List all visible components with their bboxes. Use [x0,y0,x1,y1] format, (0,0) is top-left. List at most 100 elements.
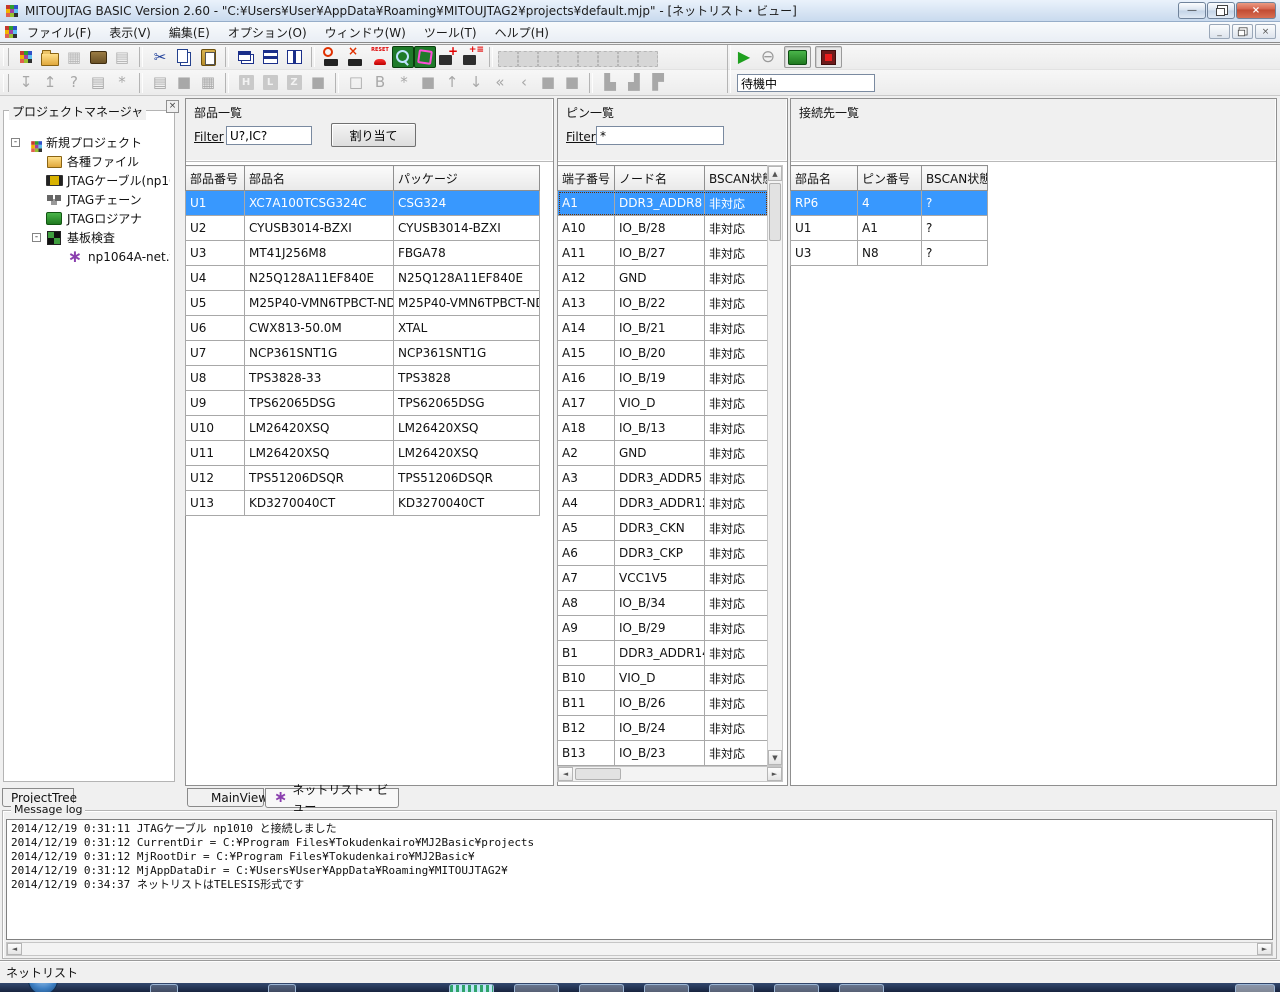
mdi-minimize-button[interactable]: _ [1209,24,1230,39]
column-header[interactable]: 部品番号 [186,166,245,191]
taskbar-button[interactable] [449,984,494,992]
tile-horizontal-icon[interactable] [258,45,282,69]
table-row[interactable]: A13IO_B/22非対応 [558,291,768,316]
windows-taskbar[interactable] [0,983,1280,992]
table-row[interactable]: A7VCC1V5非対応 [558,566,768,591]
start-orb-icon[interactable] [28,983,58,992]
table-row[interactable]: U7NCP361SNT1GNCP361SNT1G [186,341,540,366]
taskbar-button[interactable] [709,984,754,992]
table-row[interactable]: A1DDR3_ADDR8非対応 [558,191,768,216]
table-row[interactable]: B13IO_B/23非対応 [558,741,768,766]
mdi-close-button[interactable]: × [1255,24,1276,39]
run-button[interactable]: ▶ [732,45,756,69]
taskbar-button[interactable] [579,984,624,992]
scroll-right-icon[interactable]: ► [767,767,782,781]
message-log-area[interactable]: 2014/12/19 0:31:11 JTAGケーブル np1010 と接続しま… [6,819,1273,940]
table-row[interactable]: A12GND非対応 [558,266,768,291]
column-header[interactable]: 部品名 [245,166,394,191]
tree-item-jtag-chain[interactable]: JTAGチェーン [9,190,170,209]
scroll-up-icon[interactable]: ▲ [768,166,782,181]
tab-mainview[interactable]: MainView [187,788,264,807]
column-header[interactable]: 部品名 [791,166,858,191]
menu-item[interactable]: ファイル(F) [18,22,100,43]
taskbar-button[interactable] [514,984,559,992]
device-slot-icon[interactable] [578,51,598,67]
table-row[interactable]: U4N25Q128A11EF840EN25Q128A11EF840E [186,266,540,291]
table-row[interactable]: U12TPS51206DSQRTPS51206DSQR [186,466,540,491]
cascade-windows-icon[interactable] [234,45,258,69]
pins-filter-input[interactable] [596,126,724,145]
print-icon[interactable]: ▤ [110,45,134,69]
column-header[interactable]: ノード名 [615,166,705,191]
cable-connect-icon[interactable] [320,45,344,69]
new-project-icon[interactable] [14,45,38,69]
tab-netlist-view[interactable]: ネットリスト・ビュー [265,788,399,808]
table-row[interactable]: A5DDR3_CKN非対応 [558,516,768,541]
tree-item-new-project[interactable]: -新規プロジェクト [9,133,170,152]
table-row[interactable]: U10LM26420XSQLM26420XSQ [186,416,540,441]
table-row[interactable]: U3MT41J256M8FBGA78 [186,241,540,266]
tree-item-various-files[interactable]: 各種ファイル [9,152,170,171]
taskbar-button[interactable] [774,984,819,992]
taskbar-tray[interactable] [1235,984,1275,992]
toolbar-grip[interactable] [3,74,9,92]
project-archive-icon[interactable] [86,45,110,69]
taskbar-button[interactable] [150,984,178,992]
parts-filter-input[interactable] [226,126,312,145]
boundary-scan-icon[interactable] [414,46,436,68]
add-device-icon[interactable] [436,45,460,69]
table-row[interactable]: A9IO_B/29非対応 [558,616,768,641]
stop-button[interactable]: ⊖ [756,45,780,69]
table-row[interactable]: U8TPS3828-33TPS3828 [186,366,540,391]
add-device-list-icon[interactable] [460,45,484,69]
table-row[interactable]: B10VIO_D非対応 [558,666,768,691]
device-slot-icon[interactable] [518,51,538,67]
table-row[interactable]: U6CWX813-50.0MXTAL [186,316,540,341]
auto-detect-icon[interactable] [392,46,414,68]
table-row[interactable]: A6DDR3_CKP非対応 [558,541,768,566]
menu-item[interactable]: オプション(O) [219,22,316,43]
scrollbar-thumb[interactable] [769,183,781,241]
column-header[interactable]: 端子番号 [558,166,615,191]
tree-expander-icon[interactable]: - [11,138,20,147]
table-row[interactable]: A18IO_B/13非対応 [558,416,768,441]
device-slot-icon[interactable] [638,51,658,67]
table-row[interactable]: U3N8? [791,241,988,266]
table-row[interactable]: A2GND非対応 [558,441,768,466]
scroll-left-icon[interactable]: ◄ [7,943,22,955]
capture-stop-button[interactable] [815,46,842,68]
device-slot-icon[interactable] [538,51,558,67]
save-project-icon[interactable]: ▦ [62,45,86,69]
table-row[interactable]: U2CYUSB3014-BZXICYUSB3014-BZXI [186,216,540,241]
menu-item[interactable]: ツール(T) [415,22,486,43]
menu-item[interactable]: 編集(E) [160,22,219,43]
menu-item[interactable]: ウィンドウ(W) [316,22,415,43]
cable-disconnect-icon[interactable] [344,45,368,69]
paste-icon[interactable] [196,45,220,69]
table-row[interactable]: B11IO_B/26非対応 [558,691,768,716]
minimize-button[interactable]: — [1178,2,1206,19]
column-header[interactable]: ピン番号 [858,166,922,191]
table-row[interactable]: A15IO_B/20非対応 [558,341,768,366]
table-row[interactable]: B12IO_B/24非対応 [558,716,768,741]
scroll-left-icon[interactable]: ◄ [558,767,573,781]
tree-item-jtag-logic-analyzer[interactable]: JTAGロジアナ [9,209,170,228]
scroll-down-icon[interactable]: ▼ [768,750,782,765]
table-row[interactable]: A17VIO_D非対応 [558,391,768,416]
device-slot-icon[interactable] [598,51,618,67]
table-row[interactable]: U13KD3270040CTKD3270040CT [186,491,540,516]
open-project-icon[interactable] [38,45,62,69]
tile-vertical-icon[interactable] [282,45,306,69]
status-field[interactable] [737,74,875,92]
cut-icon[interactable]: ✂ [148,45,172,69]
restore-button[interactable] [1207,2,1235,19]
table-row[interactable]: U1A1? [791,216,988,241]
scrollbar-thumb[interactable] [575,768,621,780]
toolbar-grip[interactable] [3,48,9,66]
assign-button[interactable]: 割り当て [331,123,416,147]
device-slot-icon[interactable] [558,51,578,67]
table-row[interactable]: B1DDR3_ADDR14非対応 [558,641,768,666]
pins-horizontal-scrollbar[interactable]: ◄ ► [557,766,783,782]
tree-expander-icon[interactable]: - [32,233,41,242]
menu-item[interactable]: 表示(V) [100,22,160,43]
